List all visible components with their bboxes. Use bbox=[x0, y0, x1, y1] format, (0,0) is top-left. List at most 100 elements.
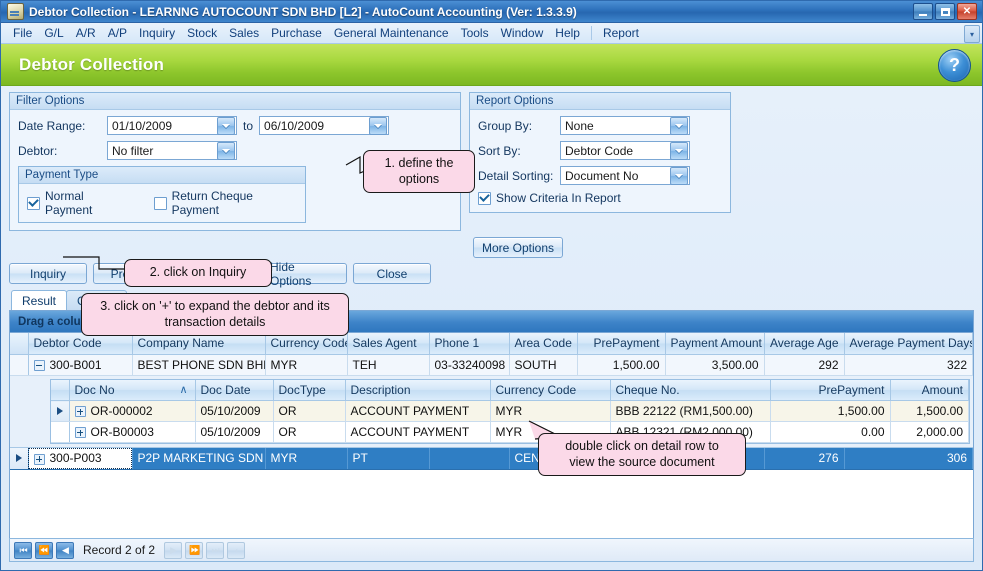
menu-item-tools[interactable]: Tools bbox=[455, 24, 495, 42]
column-header-sales-agent[interactable]: Sales Agent bbox=[347, 333, 430, 355]
table-row[interactable]: 300-P003 P2P MARKETING SDN BHD MYR PT CE… bbox=[10, 448, 973, 470]
normal-payment-checkbox[interactable]: Normal Payment bbox=[27, 189, 130, 217]
detail-cell-doc-date: 05/10/2009 bbox=[195, 421, 274, 443]
checkmark-icon bbox=[478, 191, 491, 205]
detail-row-indicator bbox=[51, 400, 70, 422]
current-row-arrow-icon bbox=[15, 454, 22, 463]
date-to-input[interactable]: 06/10/2009 bbox=[259, 116, 390, 135]
column-header-prepayment[interactable]: PrePayment bbox=[577, 333, 666, 355]
payment-type-panel: Payment Type Normal Payment Return Chequ… bbox=[18, 166, 306, 223]
chevron-down-icon[interactable] bbox=[670, 116, 688, 135]
first-record-button[interactable]: ⏮ bbox=[14, 541, 32, 559]
detail-cell-doctype: OR bbox=[273, 400, 346, 422]
close-icon[interactable]: ✕ bbox=[957, 3, 977, 20]
callout-step-4-text: double click on detail row to view the s… bbox=[565, 439, 719, 469]
cancel-edit-button[interactable]: ‹ bbox=[227, 541, 246, 559]
sort-by-label: Sort By: bbox=[478, 143, 521, 158]
chevron-down-icon[interactable] bbox=[670, 166, 688, 185]
sort-by-select[interactable]: Debtor Code bbox=[560, 141, 690, 160]
cell-average-payment-days: 306 bbox=[844, 448, 973, 470]
menu-item-ar[interactable]: A/R bbox=[70, 24, 102, 42]
cell-debtor-code[interactable]: 300-P003 bbox=[28, 448, 133, 470]
detail-grid: Doc No ∧ Doc Date DocType Description Cu… bbox=[50, 378, 970, 444]
previous-record-button[interactable]: ◀ bbox=[56, 541, 74, 559]
row-indicator bbox=[10, 448, 29, 470]
detail-column-header-currency-code[interactable]: Currency Code bbox=[490, 379, 611, 401]
detail-column-header-description[interactable]: Description bbox=[345, 379, 491, 401]
menu-item-report[interactable]: Report bbox=[597, 24, 645, 42]
minimize-button[interactable] bbox=[913, 3, 933, 20]
return-cheque-payment-checkbox[interactable]: Return Cheque Payment bbox=[153, 189, 297, 217]
show-criteria-checkbox[interactable]: Show Criteria In Report bbox=[478, 191, 722, 205]
menu-item-window[interactable]: Window bbox=[495, 24, 550, 42]
next-page-button[interactable]: ⏩ bbox=[185, 541, 204, 559]
column-header-average-payment-days[interactable]: Average Payment Days bbox=[844, 333, 973, 355]
detail-sorting-value: Document No bbox=[565, 168, 639, 183]
tab-result[interactable]: Result bbox=[11, 290, 68, 310]
chevron-down-icon[interactable] bbox=[217, 116, 235, 135]
detail-column-header-cheque-no[interactable]: Cheque No. bbox=[610, 379, 771, 401]
detail-cell-prepayment: 1,500.00 bbox=[770, 400, 891, 422]
expand-icon[interactable] bbox=[74, 427, 86, 439]
collapse-icon[interactable] bbox=[33, 359, 45, 371]
detail-cell-doc-no[interactable]: OR-000002 bbox=[69, 400, 196, 422]
menu-item-inquiry[interactable]: Inquiry bbox=[133, 24, 181, 42]
cell-debtor-code[interactable]: 300-B001 bbox=[28, 354, 133, 376]
menu-item-sales[interactable]: Sales bbox=[223, 24, 265, 42]
group-by-select[interactable]: None bbox=[560, 116, 690, 135]
column-header-debtor-code[interactable]: Debtor Code bbox=[28, 333, 133, 355]
debtor-select[interactable]: No filter bbox=[107, 141, 237, 160]
expand-icon[interactable] bbox=[74, 406, 86, 418]
expand-icon[interactable] bbox=[33, 453, 45, 465]
chevron-down-icon[interactable] bbox=[670, 141, 688, 160]
previous-page-button[interactable]: ⏪ bbox=[35, 541, 53, 559]
menu-item-purchase[interactable]: Purchase bbox=[265, 24, 328, 42]
master-grid-header: Debtor Code Company Name Currency Code S… bbox=[10, 333, 973, 376]
detail-column-header-prepayment[interactable]: PrePayment bbox=[770, 379, 891, 401]
close-button[interactable]: Close bbox=[353, 263, 431, 284]
detail-table-row[interactable]: OR-000002 05/10/2009 OR ACCOUNT PAYMENT … bbox=[51, 400, 969, 422]
column-header-payment-amount[interactable]: Payment Amount bbox=[665, 333, 765, 355]
column-header-area-code[interactable]: Area Code bbox=[509, 333, 578, 355]
report-options-title: Report Options bbox=[470, 93, 730, 110]
checkbox-icon bbox=[153, 196, 167, 210]
detail-table-row[interactable]: OR-B00003 05/10/2009 OR ACCOUNT PAYMENT … bbox=[51, 421, 969, 443]
menu-item-ap[interactable]: A/P bbox=[102, 24, 133, 42]
next-record-button[interactable]: ▶ bbox=[164, 541, 183, 559]
more-options-button[interactable]: More Options bbox=[473, 237, 564, 258]
detail-zone: Doc No ∧ Doc Date DocType Description Cu… bbox=[10, 375, 973, 448]
detail-sorting-select[interactable]: Document No bbox=[560, 166, 690, 185]
detail-cell-amount: 1,500.00 bbox=[890, 400, 969, 422]
last-record-button[interactable]: ⏭ bbox=[206, 541, 225, 559]
normal-payment-label: Normal Payment bbox=[45, 189, 93, 217]
menu-item-general-maintenance[interactable]: General Maintenance bbox=[328, 24, 455, 42]
menu-item-gl[interactable]: G/L bbox=[38, 24, 69, 42]
hide-options-button[interactable]: Hide Options bbox=[261, 260, 347, 288]
detail-row-indicator bbox=[51, 421, 70, 443]
detail-cell-doc-no[interactable]: OR-B00003 bbox=[69, 421, 196, 443]
sort-ascending-icon: ∧ bbox=[179, 383, 188, 396]
cell-prepayment: 1,500.00 bbox=[577, 354, 666, 376]
menu-item-file[interactable]: File bbox=[7, 24, 38, 42]
table-row[interactable]: 300-B001 BEST PHONE SDN BHD MYR TEH 03-3… bbox=[10, 354, 973, 376]
help-icon[interactable]: ? bbox=[938, 49, 971, 82]
menu-item-help[interactable]: Help bbox=[549, 24, 586, 42]
detail-column-header-doctype[interactable]: DocType bbox=[273, 379, 346, 401]
detail-column-header-doc-no[interactable]: Doc No ∧ bbox=[69, 379, 196, 401]
date-from-input[interactable]: 01/10/2009 bbox=[107, 116, 237, 135]
detail-cell-description: ACCOUNT PAYMENT bbox=[345, 421, 491, 443]
maximize-button[interactable] bbox=[935, 3, 955, 20]
application-icon bbox=[7, 3, 24, 20]
menu-item-stock[interactable]: Stock bbox=[181, 24, 223, 42]
chevron-down-icon[interactable] bbox=[369, 116, 388, 135]
column-header-currency-code[interactable]: Currency Code bbox=[265, 333, 348, 355]
callout-step-1-text: 1. define the options bbox=[384, 156, 454, 186]
detail-column-header-doc-date[interactable]: Doc Date bbox=[195, 379, 274, 401]
column-header-phone-1[interactable]: Phone 1 bbox=[429, 333, 510, 355]
chevron-down-icon[interactable]: ▾ bbox=[964, 25, 980, 43]
chevron-down-icon[interactable] bbox=[217, 141, 235, 160]
column-header-average-age[interactable]: Average Age bbox=[764, 333, 845, 355]
detail-column-header-amount[interactable]: Amount bbox=[890, 379, 969, 401]
group-by-value: None bbox=[565, 118, 594, 133]
detail-cell-description: ACCOUNT PAYMENT bbox=[345, 400, 491, 422]
